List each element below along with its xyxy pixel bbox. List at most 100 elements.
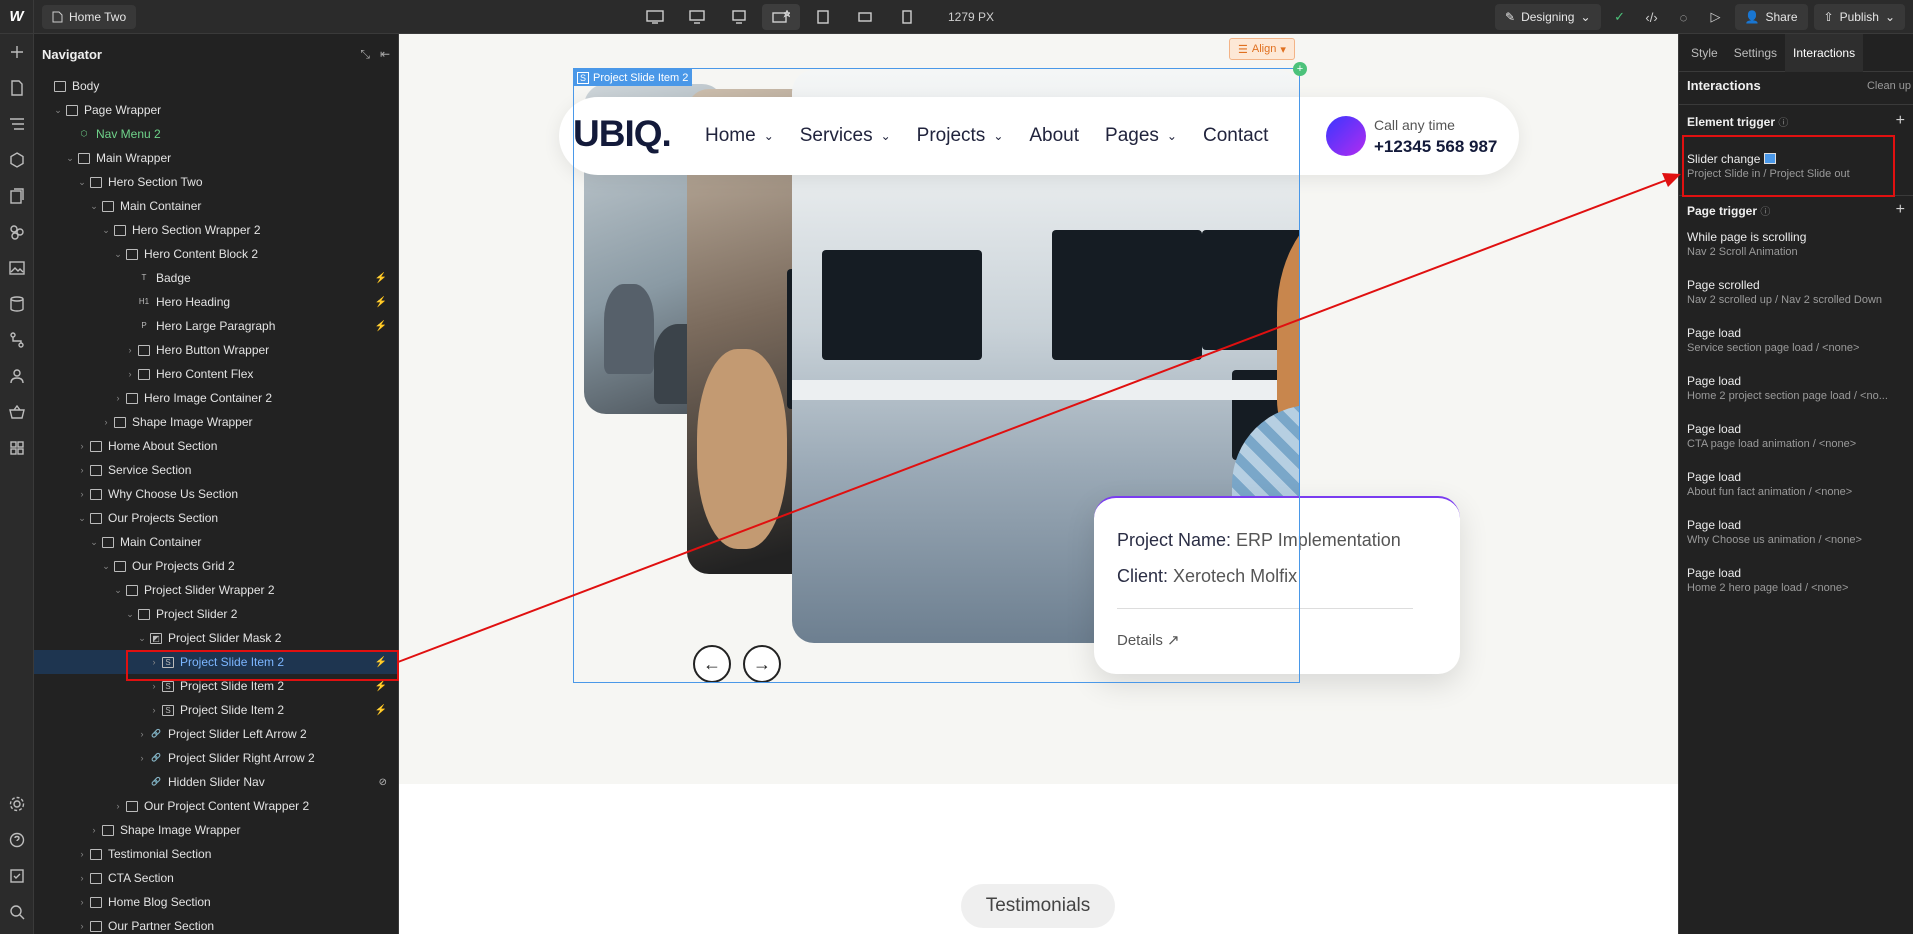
tab-interactions[interactable]: Interactions <box>1785 33 1864 72</box>
ecommerce-basket-icon[interactable] <box>0 394 34 430</box>
page-trigger-item[interactable]: Page load <box>1687 566 1741 580</box>
caret-right-icon[interactable]: › <box>88 825 100 835</box>
navigator-row[interactable]: › CTA Section <box>34 866 398 890</box>
comment-icon[interactable]: ◌ <box>1671 4 1697 30</box>
caret-right-icon[interactable]: › <box>76 441 88 451</box>
caret-right-icon[interactable]: › <box>148 705 160 715</box>
styles-drops-icon[interactable] <box>0 214 34 250</box>
page-trigger-item[interactable]: Page load <box>1687 518 1741 532</box>
add-element-icon[interactable]: + <box>1293 62 1307 76</box>
tab-settings[interactable]: Settings <box>1726 34 1785 72</box>
components-icon[interactable] <box>0 142 34 178</box>
navigator-row[interactable]: › Why Choose Us Section <box>34 482 398 506</box>
users-icon[interactable] <box>0 358 34 394</box>
logic-flow-icon[interactable] <box>0 322 34 358</box>
caret-down-icon[interactable]: ⌄ <box>52 105 64 116</box>
navigator-row[interactable]: › Home About Section <box>34 434 398 458</box>
navigator-row[interactable]: Body <box>34 74 398 98</box>
clean-up-link[interactable]: Clean up <box>1867 80 1911 92</box>
page-trigger-item[interactable]: Page load <box>1687 374 1741 388</box>
navigator-row[interactable]: › Hero Button Wrapper <box>34 338 398 362</box>
navigator-row[interactable]: ⌄ Hero Content Block 2 <box>34 242 398 266</box>
selected-element-tag[interactable]: S Project Slide Item 2 <box>573 69 693 86</box>
caret-right-icon[interactable]: › <box>112 801 124 811</box>
navigator-row[interactable]: ⌄ Project Slider 2 <box>34 602 398 626</box>
slider-change-trigger[interactable]: Slider change <box>1687 152 1776 166</box>
caret-right-icon[interactable]: › <box>76 489 88 499</box>
page-trigger-item[interactable]: Page load <box>1687 470 1741 484</box>
caret-right-icon[interactable]: › <box>136 753 148 763</box>
navigator-row[interactable]: ⌄ Our Projects Grid 2 <box>34 554 398 578</box>
navigator-row[interactable]: › Our Partner Section <box>34 914 398 934</box>
cms-database-icon[interactable] <box>0 286 34 322</box>
caret-down-icon[interactable]: ⌄ <box>100 561 112 572</box>
caret-down-icon[interactable]: ⌄ <box>76 513 88 524</box>
caret-right-icon[interactable]: › <box>76 465 88 475</box>
caret-right-icon[interactable]: › <box>112 393 124 403</box>
navigator-row[interactable]: ⌄ Hero Section Wrapper 2 <box>34 218 398 242</box>
caret-right-icon[interactable]: › <box>76 921 88 931</box>
tab-style[interactable]: Style <box>1683 34 1726 72</box>
navigator-row[interactable]: › Hero Content Flex <box>34 362 398 386</box>
page-trigger-item[interactable]: Page load <box>1687 326 1741 340</box>
navigator-row[interactable]: › S Project Slide Item 2 ⚡ <box>34 698 398 722</box>
breakpoint-landscape-button[interactable] <box>846 4 884 30</box>
breakpoint-desktop-xl-button[interactable] <box>636 4 674 30</box>
navigator-row[interactable]: › Shape Image Wrapper <box>34 818 398 842</box>
mode-dropdown[interactable]: ✎ Designing ⌄ <box>1495 4 1601 30</box>
caret-right-icon[interactable]: › <box>76 897 88 907</box>
align-button[interactable]: ☰ Align ▾ <box>1229 38 1295 60</box>
navigator-row[interactable]: ⌄ Our Projects Section <box>34 506 398 530</box>
pages-icon[interactable] <box>0 70 34 106</box>
navigator-row[interactable]: ⌄ Main Wrapper <box>34 146 398 170</box>
code-icon[interactable]: ‹/› <box>1639 4 1665 30</box>
pin-panel-icon[interactable]: ⇤ <box>380 47 390 62</box>
share-button[interactable]: 👤 Share <box>1734 4 1808 30</box>
caret-right-icon[interactable]: › <box>76 849 88 859</box>
add-element-trigger-icon[interactable]: + <box>1896 112 1905 130</box>
check-status-icon[interactable]: ✓ <box>1607 4 1633 30</box>
caret-right-icon[interactable]: › <box>136 729 148 739</box>
navigator-row[interactable]: › 🔗 Project Slider Right Arrow 2 <box>34 746 398 770</box>
navigator-row[interactable]: ⌄ Project Slider Wrapper 2 <box>34 578 398 602</box>
navigator-row[interactable]: ⌄ Main Container <box>34 530 398 554</box>
caret-down-icon[interactable]: ⌄ <box>124 609 136 620</box>
navigator-row[interactable]: P Hero Large Paragraph ⚡ <box>34 314 398 338</box>
navigator-row[interactable]: › S Project Slide Item 2 ⚡ <box>34 674 398 698</box>
caret-down-icon[interactable]: ⌄ <box>76 177 88 188</box>
call-number[interactable]: +12345 568 987 <box>1374 137 1497 157</box>
navigator-row[interactable]: › Service Section <box>34 458 398 482</box>
search-icon[interactable] <box>0 894 34 930</box>
caret-down-icon[interactable]: ⌄ <box>100 225 112 236</box>
design-canvas[interactable]: UBIQ. Home ⌄ Services ⌄ Projects ⌄ About Pa… <box>399 34 1678 934</box>
navigator-row[interactable]: › 🔗 Project Slider Left Arrow 2 <box>34 722 398 746</box>
caret-right-icon[interactable]: › <box>100 417 112 427</box>
caret-down-icon[interactable]: ⌄ <box>112 585 124 596</box>
caret-right-icon[interactable]: › <box>148 681 160 691</box>
breakpoint-desktop-l-button[interactable] <box>678 4 716 30</box>
audit-checkbox-icon[interactable] <box>0 858 34 894</box>
apps-icon[interactable] <box>0 430 34 466</box>
breakpoint-base-button[interactable] <box>762 4 800 30</box>
caret-down-icon[interactable]: ⌄ <box>136 633 148 644</box>
add-icon[interactable] <box>0 34 34 70</box>
navigator-row[interactable]: › Hero Image Container 2 <box>34 386 398 410</box>
assets-image-icon[interactable] <box>0 250 34 286</box>
settings-gear-icon[interactable] <box>0 786 34 822</box>
breakpoint-portrait-button[interactable] <box>888 4 926 30</box>
navigator-row[interactable]: ⌄ ◩ Project Slider Mask 2 <box>34 626 398 650</box>
variables-icon[interactable] <box>0 178 34 214</box>
collapse-all-icon[interactable]: ⤡ <box>360 47 370 62</box>
add-page-trigger-icon[interactable]: + <box>1896 201 1905 219</box>
caret-right-icon[interactable]: › <box>124 369 136 379</box>
navigator-row[interactable]: › Shape Image Wrapper <box>34 410 398 434</box>
page-trigger-item[interactable]: Page load <box>1687 422 1741 436</box>
caret-down-icon[interactable]: ⌄ <box>64 153 76 164</box>
navigator-row[interactable]: ⌄ Page Wrapper <box>34 98 398 122</box>
webflow-logo-icon[interactable]: W <box>0 0 34 34</box>
preview-play-icon[interactable]: ▷ <box>1703 4 1729 30</box>
caret-right-icon[interactable]: › <box>124 345 136 355</box>
navigator-row[interactable]: › S Project Slide Item 2 ⚡ <box>34 650 398 674</box>
caret-right-icon[interactable]: › <box>148 657 160 667</box>
navigator-row[interactable]: ⌄ Main Container <box>34 194 398 218</box>
